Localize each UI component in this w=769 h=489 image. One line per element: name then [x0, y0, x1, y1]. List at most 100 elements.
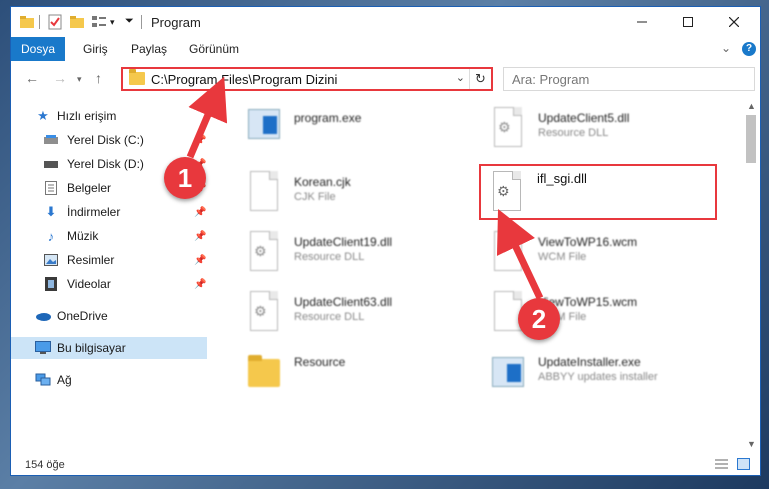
navigation-bar: ← → ▾ ↑ C:\Program Files\Program Dizini … — [11, 63, 760, 95]
folder-icon — [129, 69, 145, 85]
new-folder-icon[interactable] — [69, 14, 85, 30]
file-icon — [246, 171, 282, 215]
file-name: UpdateClient63.dll — [294, 295, 393, 309]
sidebar-item-pictures[interactable]: Resimler 📌 — [11, 249, 207, 271]
toolbar-separator — [141, 15, 142, 29]
file-item[interactable]: ⚙ UpdateClient19.dll Resource DLL — [246, 229, 486, 281]
address-bar[interactable]: C:\Program Files\Program Dizini ⌄ ↻ — [121, 67, 493, 91]
sidebar-item-local-disk-c[interactable]: Yerel Disk (C:) 📌 — [11, 129, 207, 151]
file-item[interactable]: ViewToWP16.wcm WCM File — [490, 229, 730, 281]
tab-share[interactable]: Paylaş — [121, 37, 177, 61]
file-description: Resource DLL — [538, 127, 609, 139]
view-options-icon[interactable] — [91, 14, 107, 30]
file-item[interactable]: program.exe — [246, 105, 486, 157]
forward-arrow-icon[interactable]: → — [53, 70, 67, 86]
sidebar-item-label: Bu bilgisayar — [57, 341, 126, 355]
file-list: program.exe ⚙ UpdateClient5.dll Resource… — [216, 99, 738, 451]
sidebar-item-quick-access[interactable]: ★ Hızlı erişim — [11, 105, 207, 127]
star-icon: ★ — [37, 108, 49, 123]
tab-home[interactable]: Giriş — [73, 37, 118, 61]
maximize-button[interactable] — [665, 7, 711, 37]
file-item[interactable]: UpdateInstaller.exe ABBYY updates instal… — [490, 349, 730, 401]
sidebar-item-label: Ağ — [57, 373, 72, 387]
file-item[interactable]: ⚙ UpdateClient5.dll Resource DLL — [490, 105, 730, 157]
scroll-thumb[interactable] — [746, 115, 756, 163]
sidebar-item-label: Belgeler — [67, 181, 112, 195]
file-name: ViewToWP16.wcm — [538, 235, 638, 249]
sidebar-item-videos[interactable]: Videolar 📌 — [11, 273, 207, 295]
status-bar: 154 öğe — [11, 453, 760, 475]
sidebar-item-label: Resimler — [67, 253, 115, 267]
item-count: 154 öğe — [25, 459, 65, 471]
expand-ribbon-icon[interactable]: ⌄ — [721, 41, 731, 55]
cloud-icon — [35, 308, 51, 324]
file-name: Korean.cjk — [294, 175, 351, 189]
vertical-scrollbar[interactable]: ▲ ▼ — [742, 99, 760, 451]
download-icon: ⬇ — [45, 204, 57, 219]
up-arrow-icon[interactable]: ↑ — [95, 70, 102, 86]
drive-icon — [43, 156, 59, 172]
sidebar-item-downloads[interactable]: ⬇ İndirmeler 📌 — [11, 201, 207, 223]
file-icon — [490, 231, 526, 275]
scroll-up-icon[interactable]: ▲ — [747, 101, 756, 111]
sidebar-item-network[interactable]: Ağ — [11, 369, 207, 391]
pin-icon[interactable]: 📌 — [194, 279, 206, 290]
properties-icon[interactable] — [47, 14, 63, 30]
pin-icon[interactable]: 📌 — [194, 207, 206, 218]
folder-item[interactable]: Resource — [246, 349, 486, 401]
window-title: Program — [151, 15, 201, 30]
file-description: WCM File — [538, 251, 587, 263]
dll-icon: ⚙ — [490, 107, 526, 151]
minimize-button[interactable] — [619, 7, 665, 37]
tab-view[interactable]: Görünüm — [179, 37, 249, 61]
file-name: Resource — [294, 355, 346, 369]
pin-icon[interactable]: 📌 — [194, 255, 206, 266]
file-name: UpdateClient5.dll — [538, 111, 630, 125]
details-view-icon[interactable] — [715, 458, 728, 470]
explorer-window: ▾ ⏷ Program Dosya Giriş Paylaş Görünüm ⌄… — [10, 6, 761, 476]
search-input[interactable]: Ara: Program — [503, 67, 755, 91]
file-description: Resource DLL — [294, 251, 365, 263]
refresh-icon[interactable]: ↻ — [469, 69, 491, 89]
address-path[interactable]: C:\Program Files\Program Dizini — [151, 72, 337, 87]
help-icon[interactable]: ? — [742, 42, 756, 56]
customize-toolbar-icon[interactable]: ⏷ — [125, 15, 141, 31]
sidebar-item-label: Müzik — [67, 229, 99, 243]
sidebar-item-onedrive[interactable]: OneDrive — [11, 305, 207, 327]
sidebar-item-this-pc[interactable]: Bu bilgisayar — [11, 337, 207, 359]
pin-icon[interactable]: 📌 — [194, 231, 206, 242]
large-icons-view-icon[interactable] — [737, 458, 750, 470]
close-button[interactable] — [711, 7, 757, 37]
file-description: CJK File — [294, 191, 336, 203]
file-description: ABBYY updates installer — [538, 371, 658, 383]
toolbar-separator — [39, 15, 40, 29]
sidebar-item-label: İndirmeler — [67, 205, 121, 219]
folder-icon — [246, 351, 282, 395]
file-name: UpdateInstaller.exe — [538, 355, 641, 369]
chevron-down-icon[interactable]: ▾ — [110, 17, 126, 33]
scroll-down-icon[interactable]: ▼ — [747, 439, 756, 449]
file-item[interactable]: ⚙ UpdateClient63.dll Resource DLL — [246, 289, 486, 341]
pictures-icon — [43, 252, 59, 268]
sidebar-item-label: Yerel Disk (D:) — [67, 157, 144, 171]
sidebar-item-music[interactable]: ♪ Müzik 📌 — [11, 225, 207, 247]
highlight-box — [479, 164, 717, 220]
tab-file[interactable]: Dosya — [11, 37, 66, 61]
dll-icon: ⚙ — [246, 231, 282, 275]
file-item[interactable]: Korean.cjk CJK File — [246, 169, 486, 221]
sidebar-item-label: Hızlı erişim — [57, 109, 117, 123]
title-bar: ▾ ⏷ Program — [11, 7, 760, 37]
file-name: UpdateClient19.dll — [294, 235, 393, 249]
sidebar-item-label: Videolar — [67, 277, 111, 291]
sidebar-item-label: Yerel Disk (C:) — [67, 133, 144, 147]
recent-locations-icon[interactable]: ▾ — [77, 74, 82, 85]
video-icon — [43, 276, 59, 292]
navigation-pane: ★ Hızlı erişim Yerel Disk (C:) 📌 Yerel D… — [11, 99, 207, 451]
chevron-down-icon[interactable]: ⌄ — [456, 71, 465, 84]
back-arrow-icon[interactable]: ← — [25, 70, 39, 86]
step-badge-1: 1 — [164, 157, 206, 199]
file-name: program.exe — [294, 111, 362, 125]
exe-icon — [246, 107, 282, 151]
search-placeholder: Ara: Program — [512, 72, 590, 87]
pin-icon[interactable]: 📌 — [194, 135, 206, 146]
